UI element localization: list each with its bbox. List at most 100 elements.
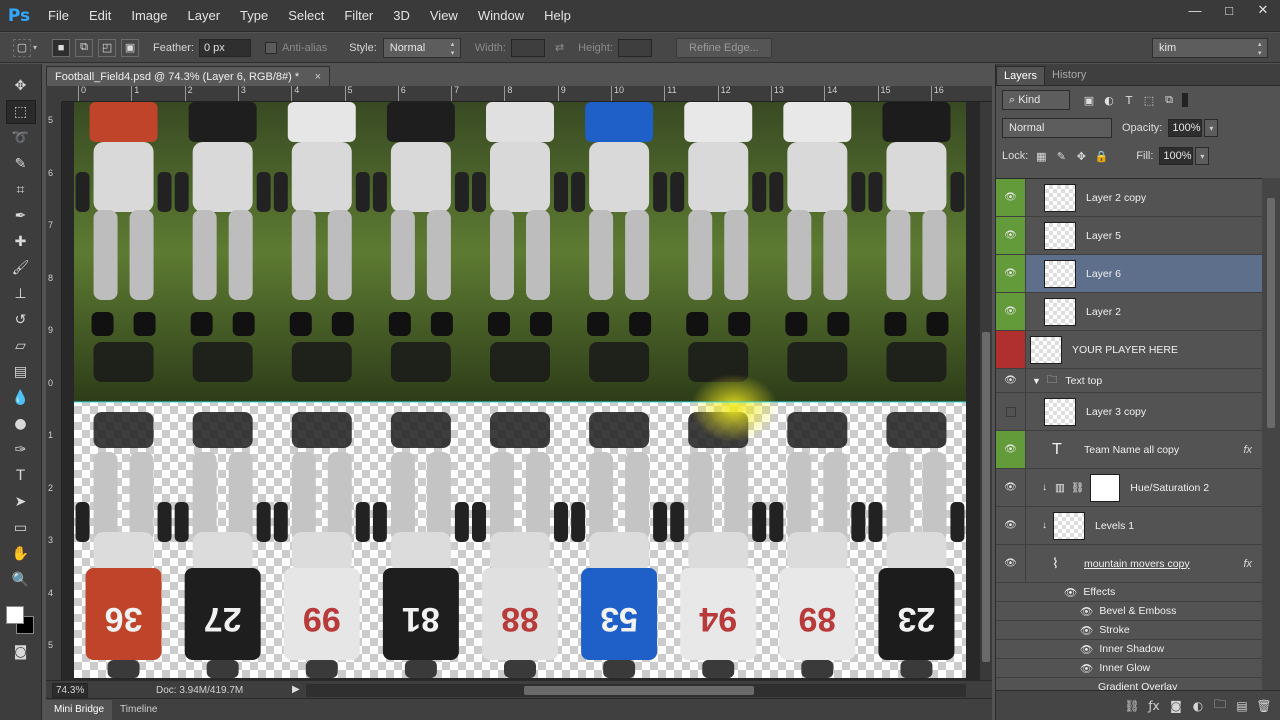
delete-layer-icon[interactable]: 🗑 bbox=[1253, 699, 1275, 713]
quick-mask-icon[interactable]: ◙ bbox=[6, 640, 36, 664]
eye-icon[interactable]: 👁 bbox=[996, 179, 1026, 216]
eye-icon[interactable]: 👁 bbox=[1080, 605, 1093, 618]
path-selection-tool-icon[interactable]: ➤ bbox=[6, 490, 36, 514]
eye-icon[interactable]: 👁 bbox=[996, 293, 1026, 330]
eye-icon[interactable]: 👁 bbox=[1080, 643, 1093, 656]
menu-file[interactable]: File bbox=[38, 0, 79, 32]
healing-brush-tool-icon[interactable]: ✚ bbox=[6, 230, 36, 254]
preset-dropdown-icon[interactable]: ▾ bbox=[33, 43, 37, 52]
new-selection-icon[interactable]: ■ bbox=[52, 38, 71, 57]
lock-image-icon[interactable]: ✎ bbox=[1054, 149, 1068, 163]
menu-help[interactable]: Help bbox=[534, 0, 581, 32]
menu-select[interactable]: Select bbox=[278, 0, 334, 32]
menu-filter[interactable]: Filter bbox=[334, 0, 383, 32]
layer-row[interactable]: 👁 Layer 5 bbox=[996, 217, 1262, 255]
effect-item[interactable]: 👁 Bevel & Emboss bbox=[996, 602, 1262, 621]
lasso-tool-icon[interactable]: ➰ bbox=[6, 126, 36, 150]
hidden-eye-slot[interactable] bbox=[996, 331, 1026, 368]
tab-mini-bridge[interactable]: Mini Bridge bbox=[46, 699, 113, 720]
menu-edit[interactable]: Edit bbox=[79, 0, 121, 32]
zoom-tool-icon[interactable]: 🔍 bbox=[6, 568, 36, 592]
minimize-button[interactable]: — bbox=[1178, 0, 1212, 20]
new-layer-icon[interactable]: ▤ bbox=[1231, 699, 1253, 713]
add-mask-icon[interactable]: ◙ bbox=[1165, 699, 1187, 713]
hand-tool-icon[interactable]: ✋ bbox=[6, 542, 36, 566]
layers-scrollbar[interactable] bbox=[1262, 178, 1280, 690]
gradient-tool-icon[interactable]: ▤ bbox=[6, 360, 36, 384]
move-tool-icon[interactable]: ✥ bbox=[6, 74, 36, 98]
eye-icon[interactable]: 👁 bbox=[996, 217, 1026, 254]
layer-row[interactable]: 👁 Layer 2 bbox=[996, 293, 1262, 331]
shape-tool-icon[interactable]: ▭ bbox=[6, 516, 36, 540]
effect-item[interactable]: 👁 Inner Shadow bbox=[996, 640, 1262, 659]
eye-icon[interactable]: 👁 bbox=[996, 369, 1026, 392]
menu-layer[interactable]: Layer bbox=[178, 0, 231, 32]
filter-type-icon[interactable]: T bbox=[1122, 93, 1136, 107]
zoom-level-field[interactable]: 74.3% bbox=[52, 683, 88, 698]
lock-all-icon[interactable]: 🔒 bbox=[1094, 149, 1108, 163]
menu-image[interactable]: Image bbox=[121, 0, 177, 32]
intersect-selection-icon[interactable]: ▣ bbox=[121, 38, 140, 57]
filter-adjustment-icon[interactable]: ◐ bbox=[1102, 93, 1116, 107]
effect-item[interactable]: Gradient Overlay bbox=[996, 678, 1262, 690]
eye-icon[interactable]: 👁 bbox=[996, 469, 1026, 506]
document-tab[interactable]: Football_Field4.psd @ 74.3% (Layer 6, RG… bbox=[46, 66, 330, 86]
status-menu-arrow-icon[interactable]: ▶ bbox=[292, 684, 300, 695]
effects-row[interactable]: 👁 Effects bbox=[996, 583, 1262, 602]
horizontal-scroll-thumb[interactable] bbox=[524, 686, 754, 695]
antialias-checkbox[interactable] bbox=[264, 41, 277, 54]
eye-icon[interactable]: 👁 bbox=[996, 545, 1026, 582]
blend-mode-select[interactable]: Normal bbox=[1002, 118, 1112, 138]
vertical-scroll-thumb[interactable] bbox=[982, 332, 990, 662]
type-tool-icon[interactable]: T bbox=[6, 464, 36, 488]
swap-icon[interactable]: ⇄ bbox=[555, 41, 564, 54]
lock-position-icon[interactable]: ✥ bbox=[1074, 149, 1088, 163]
marquee-tool-icon[interactable]: ⬚ bbox=[5, 100, 36, 124]
eye-icon[interactable]: 👁 bbox=[1080, 662, 1093, 675]
vertical-scrollbar[interactable] bbox=[980, 102, 992, 680]
tab-timeline[interactable]: Timeline bbox=[112, 700, 165, 720]
eye-icon[interactable]: 👁 bbox=[996, 255, 1026, 292]
group-expand-icon[interactable]: ▼ bbox=[1032, 376, 1041, 386]
refine-edge-button[interactable]: Refine Edge... bbox=[676, 37, 772, 58]
eye-icon[interactable]: 👁 bbox=[1064, 586, 1077, 599]
blur-tool-icon[interactable]: 💧 bbox=[6, 386, 36, 410]
restore-button[interactable]: □ bbox=[1212, 0, 1246, 20]
feather-input[interactable]: 0 px bbox=[198, 38, 251, 57]
marquee-preset-icon[interactable]: ▢ bbox=[13, 38, 31, 57]
tab-layers[interactable]: Layers bbox=[996, 66, 1046, 85]
subtract-selection-icon[interactable]: ◰ bbox=[98, 38, 117, 57]
eraser-tool-icon[interactable]: ▱ bbox=[6, 334, 36, 358]
menu-view[interactable]: View bbox=[420, 0, 468, 32]
document-info[interactable]: Doc: 3.94M/419.7M bbox=[156, 685, 243, 696]
menu-3d[interactable]: 3D bbox=[383, 0, 420, 32]
tab-history[interactable]: History bbox=[1045, 66, 1093, 85]
fill-dropdown-icon[interactable]: ▾ bbox=[1195, 147, 1210, 165]
fill-input[interactable]: 100% bbox=[1159, 147, 1194, 165]
layer-row[interactable]: 👁 T Team Name all copy fx bbox=[996, 431, 1262, 469]
layer-row-selected[interactable]: 👁 Layer 6 bbox=[996, 255, 1262, 293]
horizontal-scrollbar[interactable] bbox=[306, 684, 966, 697]
layer-row[interactable]: 👁 ⌇ mountain movers copy fx bbox=[996, 545, 1262, 583]
layer-row[interactable]: 👁 ↓ ▥ ⛓ Hue/Saturation 2 bbox=[996, 469, 1262, 507]
effect-item[interactable]: 👁 Stroke bbox=[996, 621, 1262, 640]
style-select[interactable]: Normal bbox=[382, 37, 461, 58]
layers-scroll-thumb[interactable] bbox=[1267, 198, 1275, 428]
layer-row[interactable]: 👁 ↓ Levels 1 bbox=[996, 507, 1262, 545]
eye-icon[interactable]: 👁 bbox=[996, 431, 1026, 468]
history-brush-tool-icon[interactable]: ↺ bbox=[6, 308, 36, 332]
new-adjustment-icon[interactable]: ◐ bbox=[1187, 699, 1209, 713]
foreground-color-swatch[interactable] bbox=[5, 606, 24, 624]
effect-item[interactable]: 👁 Inner Glow bbox=[996, 659, 1262, 678]
crop-tool-icon[interactable]: ⌗ bbox=[6, 178, 36, 202]
fx-icon[interactable]: fx bbox=[1243, 444, 1252, 456]
menu-type[interactable]: Type bbox=[230, 0, 278, 32]
layer-group-row[interactable]: 👁 ▼ 🗀 Text top bbox=[996, 369, 1262, 393]
add-style-icon[interactable]: ƒx bbox=[1143, 699, 1165, 713]
workspace-select[interactable]: kim bbox=[1152, 37, 1268, 58]
menu-window[interactable]: Window bbox=[468, 0, 534, 32]
filter-shape-icon[interactable]: ⬚ bbox=[1142, 93, 1156, 107]
close-button[interactable]: ✕ bbox=[1246, 0, 1280, 20]
eyedropper-tool-icon[interactable]: ✒ bbox=[6, 204, 36, 228]
layer-row[interactable]: 👁 Layer 2 copy bbox=[996, 179, 1262, 217]
